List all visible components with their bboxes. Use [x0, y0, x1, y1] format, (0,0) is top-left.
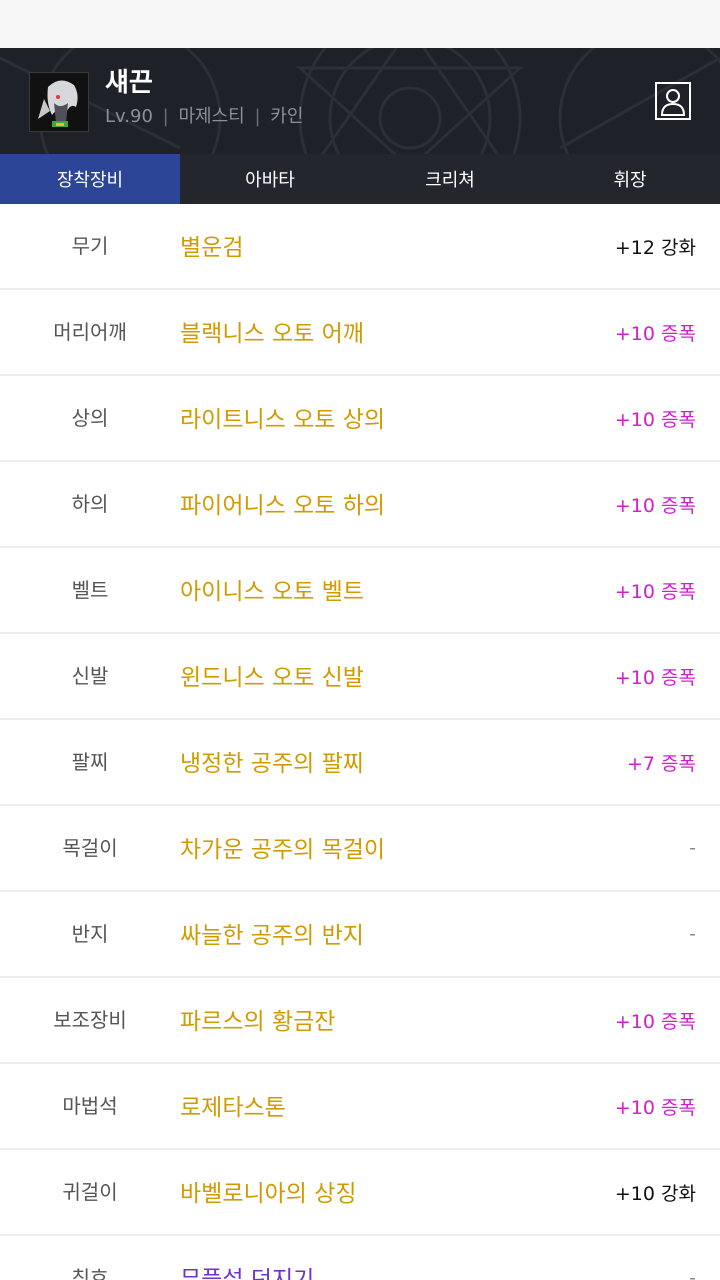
equipment-enhancement: +7 증폭	[626, 752, 696, 775]
equipment-slot-label: 목걸이	[62, 835, 118, 860]
equipment-item-name[interactable]: 바벨로니아의 상징	[180, 1150, 357, 1234]
equipment-enhancement: +10 증폭	[614, 1096, 696, 1119]
tab-avatar[interactable]: 아바타	[180, 154, 360, 204]
equipment-slot-label: 상의	[71, 405, 109, 430]
equipment-row[interactable]: 마법석 로제타스톤 +10 증폭	[0, 1064, 720, 1150]
equipment-slot-label: 머리어깨	[53, 319, 127, 344]
equipment-item-name[interactable]: 아이니스 오토 벨트	[180, 548, 364, 632]
equipment-item-name[interactable]: 라이트니스 오토 상의	[180, 376, 385, 460]
equipment-item-name[interactable]: 싸늘한 공주의 반지	[180, 892, 364, 976]
equipment-item-name[interactable]: 별운검	[180, 204, 243, 288]
info-separator: |	[254, 106, 261, 127]
equipment-slot-label: 마법석	[62, 1093, 118, 1118]
character-avatar	[29, 72, 89, 132]
equipment-slot-label: 칭호	[71, 1265, 109, 1280]
person-icon	[660, 89, 686, 116]
equipment-enhancement: +10 증폭	[614, 408, 696, 431]
character-level: Lv.90	[105, 106, 153, 127]
equipment-slot-label: 귀걸이	[62, 1179, 118, 1204]
equipment-enhancement: +10 증폭	[614, 494, 696, 517]
equipment-item-name[interactable]: 로제타스톤	[180, 1064, 286, 1148]
equipment-item-name[interactable]: 윈드니스 오토 신발	[180, 634, 364, 718]
equipment-row[interactable]: 무기 별운검 +12 강화	[0, 204, 720, 290]
equipment-enhancement: +10 증폭	[614, 322, 696, 345]
character-info: Lv.90 | 마제스티 | 카인	[105, 106, 303, 128]
character-name: 섀끈	[105, 68, 153, 98]
equipment-slot-label: 반지	[71, 921, 109, 946]
equipment-row[interactable]: 귀걸이 바벨로니아의 상징 +10 강화	[0, 1150, 720, 1236]
equipment-enhancement: +10 증폭	[614, 1010, 696, 1033]
equipment-slot-label: 하의	[71, 491, 109, 516]
equipment-row[interactable]: 신발 윈드니스 오토 신발 +10 증폭	[0, 634, 720, 720]
equipment-row[interactable]: 칭호 무플설 던지기 -	[0, 1236, 720, 1280]
tab-equipment[interactable]: 장착장비	[0, 154, 180, 204]
info-separator: |	[162, 106, 169, 127]
tab-bar: 장착장비 아바타 크리쳐 휘장	[0, 154, 720, 204]
equipment-item-name[interactable]: 블랙니스 오토 어깨	[180, 290, 364, 374]
equipment-row[interactable]: 보조장비 파르스의 황금잔 +10 증폭	[0, 978, 720, 1064]
equipment-slot-label: 무기	[71, 233, 109, 258]
equipment-slot-label: 벨트	[71, 577, 109, 602]
equipment-row[interactable]: 하의 파이어니스 오토 하의 +10 증폭	[0, 462, 720, 548]
status-bar	[0, 0, 720, 48]
profile-button[interactable]	[655, 82, 691, 120]
equipment-item-name[interactable]: 파르스의 황금잔	[180, 978, 335, 1062]
equipment-row[interactable]: 벨트 아이니스 오토 벨트 +10 증폭	[0, 548, 720, 634]
equipment-row[interactable]: 목걸이 차가운 공주의 목걸이 -	[0, 806, 720, 892]
equipment-item-name[interactable]: 파이어니스 오토 하의	[180, 462, 385, 546]
equipment-row[interactable]: 팔찌 냉정한 공주의 팔찌 +7 증폭	[0, 720, 720, 806]
tab-emblem[interactable]: 휘장	[540, 154, 720, 204]
equipment-slot-label: 보조장비	[53, 1007, 127, 1032]
equipment-enhancement: -	[689, 923, 696, 945]
equipment-item-name[interactable]: 차가운 공주의 목걸이	[180, 806, 385, 890]
equipment-enhancement: +12 강화	[614, 236, 696, 259]
equipment-list: 무기 별운검 +12 강화 머리어깨 블랙니스 오토 어깨 +10 증폭 상의 라이트니스 오…	[0, 204, 720, 1280]
tab-creature[interactable]: 크리쳐	[360, 154, 540, 204]
equipment-slot-label: 신발	[71, 663, 109, 688]
character-header: 섀끈 Lv.90 | 마제스티 | 카인	[0, 48, 720, 154]
character-job: 마제스티	[178, 106, 245, 127]
equipment-enhancement: +10 증폭	[614, 580, 696, 603]
equipment-enhancement: -	[689, 837, 696, 859]
equipment-enhancement: +10 증폭	[614, 666, 696, 689]
equipment-row[interactable]: 반지 싸늘한 공주의 반지 -	[0, 892, 720, 978]
equipment-item-name[interactable]: 냉정한 공주의 팔찌	[180, 720, 364, 804]
equipment-item-name[interactable]: 무플설 던지기	[180, 1236, 314, 1280]
character-server: 카인	[270, 106, 304, 127]
header-pattern	[0, 48, 720, 154]
equipment-enhancement: +10 강화	[614, 1182, 696, 1205]
equipment-row[interactable]: 상의 라이트니스 오토 상의 +10 증폭	[0, 376, 720, 462]
equipment-enhancement: -	[689, 1267, 696, 1280]
equipment-row[interactable]: 머리어깨 블랙니스 오토 어깨 +10 증폭	[0, 290, 720, 376]
equipment-slot-label: 팔찌	[71, 749, 109, 774]
